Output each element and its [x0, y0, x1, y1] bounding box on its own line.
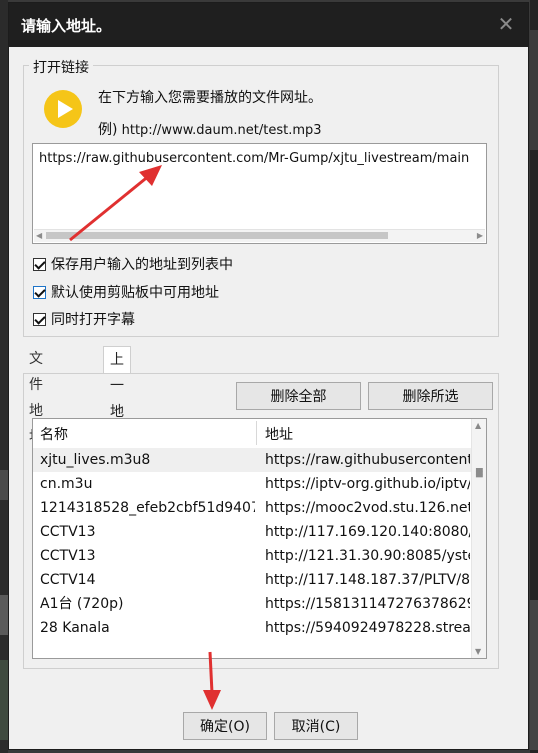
list-item[interactable]: 28 Kanala https://5940924978228.streamloc…: [33, 616, 471, 640]
checkbox-checked-icon[interactable]: [33, 312, 46, 326]
url-horizontal-scrollbar[interactable]: ◀ ▶: [34, 229, 485, 242]
list-header: 名称 地址: [33, 419, 470, 447]
delete-all-button[interactable]: 删除全部: [236, 382, 361, 410]
play-circle-icon: [44, 90, 82, 128]
list-item-name: CCTV14: [40, 572, 96, 588]
list-item[interactable]: A1台 (720p) https://15813114727637862970.…: [33, 592, 471, 616]
delete-selected-button[interactable]: 删除所选: [368, 382, 493, 410]
dialog-title: 请输入地址。: [21, 17, 112, 35]
list-item-name: xjtu_lives.m3u8: [40, 452, 151, 468]
list-item-url: http://117.169.120.140:8080/live/cctv-13…: [265, 524, 470, 540]
scroll-down-icon[interactable]: ▼: [475, 647, 481, 656]
checkbox-checked-icon[interactable]: [33, 257, 46, 271]
scroll-right-icon[interactable]: ▶: [477, 231, 483, 240]
list-item[interactable]: cn.m3u https://iptv-org.github.io/iptv/co…: [33, 472, 471, 496]
option-open-subtitles[interactable]: 同时打开字幕: [33, 309, 135, 329]
checkbox-checked-icon[interactable]: [33, 285, 46, 299]
list-item[interactable]: CCTV13 http://121.31.30.90:8085/ysten-bus…: [33, 544, 471, 568]
list-item[interactable]: CCTV13 http://117.169.120.140:8080/live/c…: [33, 520, 471, 544]
list-item-name: cn.m3u: [40, 476, 93, 492]
tab-file-address[interactable]: 文件地址: [23, 346, 49, 445]
list-item-name: CCTV13: [40, 548, 96, 564]
cancel-button[interactable]: 取消(C): [274, 712, 358, 740]
option-label: 同时打开字幕: [51, 312, 135, 328]
close-icon[interactable]: ✕: [494, 12, 518, 36]
scroll-grip-icon[interactable]: ▬ ▬ ▬: [475, 466, 484, 481]
background-right-edge: [530, 0, 538, 753]
example-url: http://www.daum.net/test.mp3: [121, 123, 322, 138]
list-item[interactable]: xjtu_lives.m3u8 https://raw.githubusercon…: [33, 448, 471, 472]
tab-previous-address[interactable]: 上一地址: [103, 346, 131, 446]
column-header-name[interactable]: 名称: [40, 424, 68, 444]
list-item-name: 28 Kanala: [40, 620, 110, 636]
background-left-edge: [0, 0, 8, 753]
list-item[interactable]: CCTV14 http://117.148.187.37/PLTV/8888888…: [33, 568, 471, 592]
column-header-address[interactable]: 地址: [265, 424, 293, 444]
scroll-left-icon[interactable]: ◀: [36, 231, 42, 240]
list-item-url: http://121.31.30.90:8085/ysten-business/…: [265, 548, 470, 564]
url-hint: 在下方输入您需要播放的文件网址。: [98, 90, 322, 106]
title-bar[interactable]: 请输入地址。 ✕: [9, 3, 528, 47]
scroll-up-icon[interactable]: ▲: [475, 421, 481, 430]
option-save-to-list[interactable]: 保存用户输入的地址到列表中: [33, 254, 233, 274]
history-list[interactable]: 名称 地址 xjtu_lives.m3u8 https://raw.githubu…: [32, 418, 487, 659]
ok-button[interactable]: 确定(O): [183, 712, 267, 740]
url-input[interactable]: https://raw.githubusercontent.com/Mr-Gum…: [32, 143, 487, 244]
url-example: 例) http://www.daum.net/test.mp3: [98, 119, 322, 139]
list-item-name: CCTV13: [40, 524, 96, 540]
open-link-legend: 打开链接: [29, 57, 93, 77]
option-use-clipboard[interactable]: 默认使用剪贴板中可用地址: [33, 282, 219, 302]
url-input-value: https://raw.githubusercontent.com/Mr-Gum…: [39, 151, 470, 166]
list-item-url: https://15813114727637862970.…: [265, 596, 470, 612]
option-label: 保存用户输入的地址到列表中: [51, 257, 233, 273]
list-item-name: A1台 (720p): [40, 596, 124, 612]
list-item-url: https://iptv-org.github.io/iptv/countrie…: [265, 476, 470, 492]
list-item-url: https://mooc2vod.stu.126.net/nos/hls/…: [265, 500, 470, 516]
list-item-name: 1214318528_efeb2cbf51d9407…: [40, 500, 255, 516]
example-label: 例): [98, 122, 118, 138]
column-divider[interactable]: [256, 421, 257, 445]
option-label: 默认使用剪贴板中可用地址: [51, 285, 219, 301]
list-item-url: https://5940924978228.streamlock.net/…: [265, 620, 470, 636]
list-item-url: http://117.148.187.37/PLTV/88888888/…: [265, 572, 470, 588]
scroll-thumb[interactable]: [46, 232, 388, 239]
list-item-url: https://raw.githubusercontent.com/Mr-Gum…: [265, 452, 470, 468]
list-item[interactable]: 1214318528_efeb2cbf51d9407… https://mooc2…: [33, 496, 471, 520]
list-vertical-scrollbar[interactable]: ▲ ▬ ▬ ▬ ▼: [471, 419, 486, 658]
